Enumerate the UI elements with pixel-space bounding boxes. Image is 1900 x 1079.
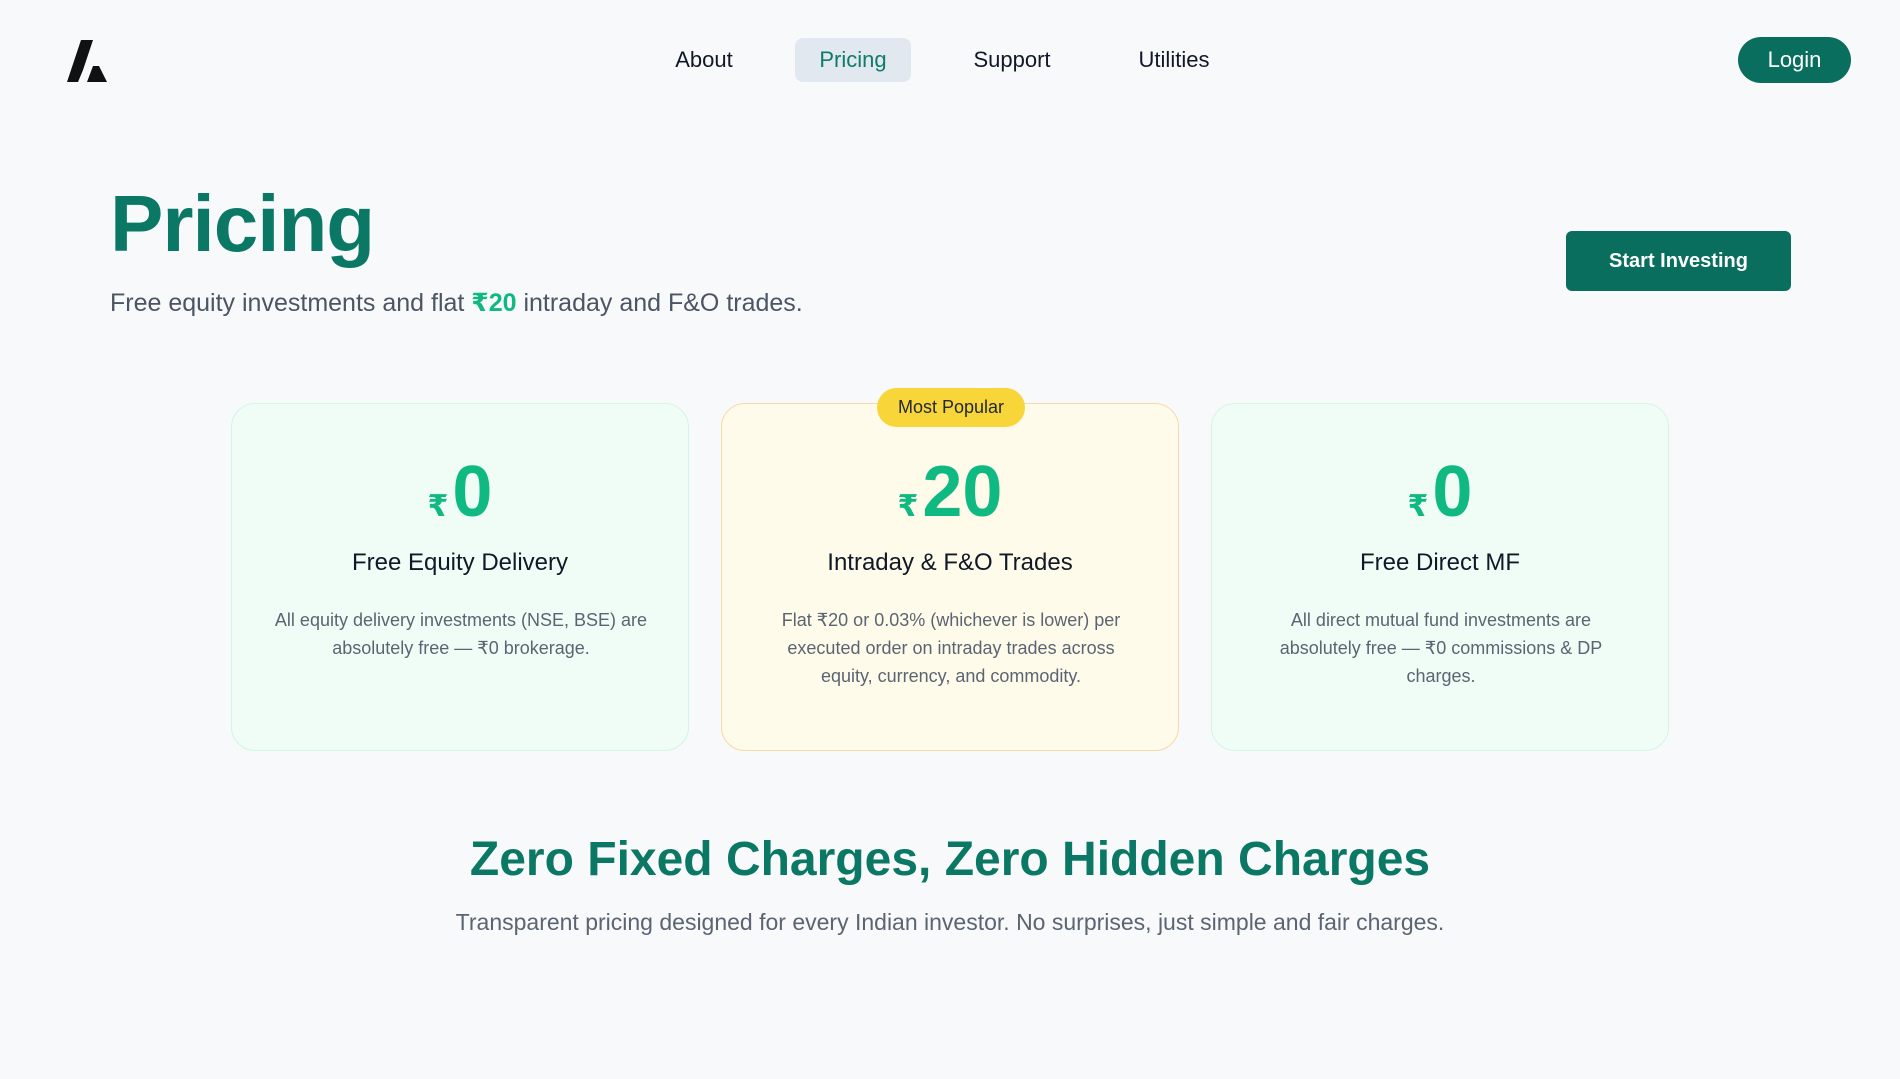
card-description: All equity delivery investments (NSE, BS… [274, 610, 648, 658]
rupee-icon: ₹ [897, 490, 919, 523]
start-investing-button[interactable]: Start Investing [1566, 231, 1791, 291]
card-title: Intraday & F&O Trades [827, 549, 1073, 576]
page-title: Pricing [110, 179, 375, 268]
pricing-card-direct-mf: ₹0 Free Direct MF All direct mutual fund… [1211, 403, 1669, 751]
subtitle-text-pre: Free equity investments and flat [110, 289, 472, 317]
subtitle-highlight: ₹20 [471, 289, 517, 317]
main-nav: About Pricing Support Utilities [0, 38, 1900, 82]
subtitle-text-post: intraday and F&O trades. [516, 289, 803, 317]
price: ₹0 [1212, 452, 1668, 532]
rupee-icon: ₹ [427, 490, 449, 523]
section-subtitle: Transparent pricing designed for every I… [455, 909, 1445, 935]
card-title: Free Direct MF [1359, 549, 1520, 576]
login-button[interactable]: Login [1738, 37, 1851, 83]
section-title: Zero Fixed Charges, Zero Hidden Charges [469, 833, 1431, 886]
card-description: All direct mutual fund investments are a… [1279, 610, 1603, 686]
price: ₹0 [232, 452, 688, 532]
nav-item-utilities[interactable]: Utilities [1117, 38, 1231, 82]
rupee-icon: ₹ [1407, 490, 1429, 523]
pricing-card-intraday: ₹20 Intraday & F&O Trades Flat ₹20 or 0.… [721, 403, 1179, 751]
most-popular-badge: Most Popular [877, 388, 1025, 427]
card-title: Free Equity Delivery [351, 549, 569, 576]
card-description: Flat ₹20 or 0.03% (whichever is lower) p… [781, 610, 1121, 686]
price-value: 0 [1432, 452, 1473, 532]
price-value: 20 [922, 452, 1003, 532]
nav-item-pricing[interactable]: Pricing [795, 38, 911, 82]
site-header: About Pricing Support Utilities Login [0, 0, 1900, 120]
pricing-card-equity-delivery: ₹0 Free Equity Delivery All equity deliv… [231, 403, 689, 751]
nav-item-support[interactable]: Support [955, 38, 1069, 82]
page-subtitle: Free equity investments and flat ₹20 int… [110, 285, 803, 321]
nav-item-about[interactable]: About [650, 38, 758, 82]
price: ₹20 [722, 452, 1178, 532]
price-value: 0 [452, 452, 493, 532]
